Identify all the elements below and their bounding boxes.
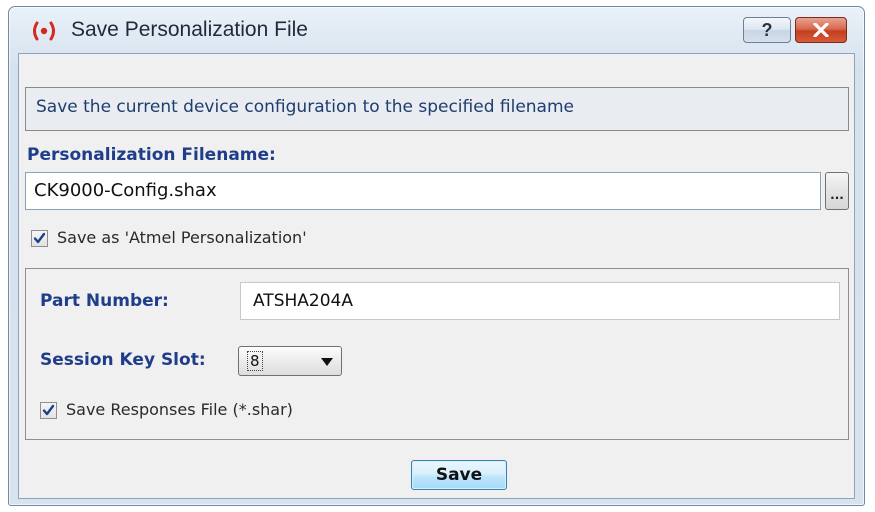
dropdown-arrow-icon xyxy=(321,358,333,366)
save-button[interactable]: Save xyxy=(411,460,507,490)
dialog-body: Save the current device configuration to… xyxy=(18,53,855,499)
session-key-slot-select[interactable]: 8 xyxy=(238,346,342,376)
window-title: Save Personalization File xyxy=(71,18,308,41)
save-personalization-dialog: Save Personalization File ? Save the cur… xyxy=(8,6,865,506)
browse-button[interactable]: ... xyxy=(825,172,849,210)
help-icon: ? xyxy=(761,19,773,40)
filename-label: Personalization Filename: xyxy=(27,145,276,165)
personalization-options-group: Part Number: ATSHA204A Session Key Slot:… xyxy=(25,268,849,440)
session-key-slot-label: Session Key Slot: xyxy=(40,350,206,370)
close-icon xyxy=(813,23,829,37)
checkmark-icon xyxy=(33,232,46,244)
help-button[interactable]: ? xyxy=(743,17,791,43)
save-as-atmel-checkbox[interactable] xyxy=(31,230,48,247)
title-bar[interactable]: Save Personalization File ? xyxy=(9,7,864,53)
save-responses-label[interactable]: Save Responses File (*.shar) xyxy=(66,400,293,419)
part-number-label: Part Number: xyxy=(40,291,169,311)
filename-input[interactable]: CK9000-Config.shax xyxy=(25,172,821,210)
session-key-slot-value: 8 xyxy=(247,351,263,371)
description-text: Save the current device configuration to… xyxy=(36,97,574,117)
save-as-atmel-label[interactable]: Save as 'Atmel Personalization' xyxy=(57,228,307,247)
part-number-field[interactable]: ATSHA204A xyxy=(240,282,840,320)
checkmark-icon xyxy=(42,404,55,416)
atmel-logo-icon xyxy=(33,21,55,41)
save-responses-checkbox[interactable] xyxy=(40,402,57,419)
close-button[interactable] xyxy=(795,17,847,43)
description-panel: Save the current device configuration to… xyxy=(25,87,849,131)
